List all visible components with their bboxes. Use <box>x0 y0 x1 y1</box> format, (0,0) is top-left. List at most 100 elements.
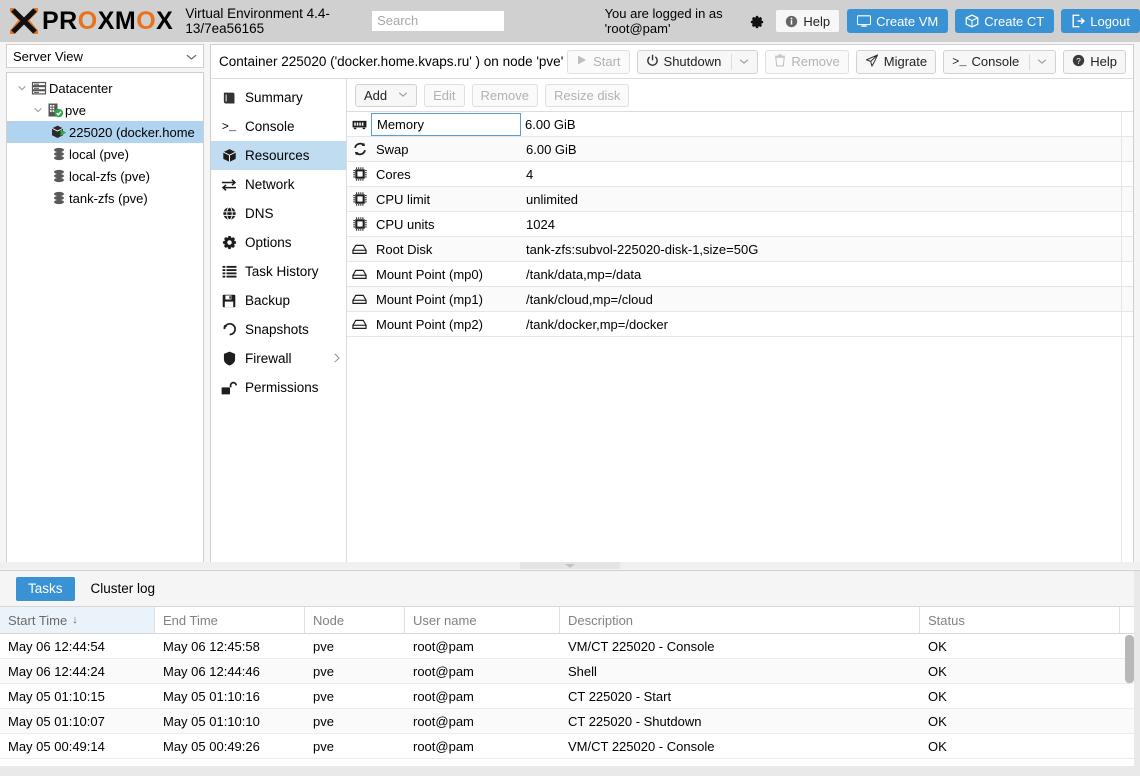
expand-arrow-icon[interactable] <box>15 84 29 92</box>
cell-end-time: May 06 12:45:58 <box>163 638 260 654</box>
help-button[interactable]: Help <box>775 9 841 33</box>
tree-item-local-zfs[interactable]: local-zfs (pve) <box>7 165 203 187</box>
remove-button[interactable]: Remove <box>765 49 849 74</box>
tree-item-container-225020[interactable]: 225020 (docker.home <box>7 121 203 143</box>
tab-tasks[interactable]: Tasks <box>16 576 75 601</box>
nav-item-resources[interactable]: Resources <box>211 141 346 170</box>
resource-key[interactable]: Memory <box>371 112 521 136</box>
table-row[interactable]: Memory 6.00 GiB <box>347 112 1133 137</box>
tasks-vertical-scrollbar[interactable] <box>1125 635 1134 749</box>
table-row[interactable]: Mount Point (mp0) /tank/data,mp=/data <box>347 262 1133 287</box>
disk-icon <box>347 294 372 305</box>
resources-grid[interactable]: Memory 6.00 GiB Swap 6.00 GiB Cores 4 CP… <box>347 112 1133 568</box>
memory-icon <box>347 119 372 130</box>
logout-button[interactable]: Logout <box>1061 9 1140 33</box>
page-title: Container 225020 ('docker.home.kvaps.ru'… <box>219 54 564 69</box>
tab-cluster-log[interactable]: Cluster log <box>79 577 168 601</box>
nav-item-network[interactable]: Network <box>211 170 346 199</box>
content-title-bar: Container 225020 ('docker.home.kvaps.ru'… <box>211 45 1133 79</box>
create-ct-button[interactable]: Create CT <box>955 9 1055 33</box>
table-row[interactable]: May 06 12:44:24 May 06 12:44:46 pve root… <box>0 659 1140 684</box>
expand-arrow-icon[interactable] <box>31 106 45 114</box>
table-row[interactable]: CPU units 1024 <box>347 212 1133 237</box>
scrollbar-thumb[interactable] <box>1125 635 1134 683</box>
table-row[interactable]: May 05 01:10:15 May 05 01:10:16 pve root… <box>0 684 1140 709</box>
resize-disk-button[interactable]: Resize disk <box>544 83 630 107</box>
resources-grid-wrapper: Add Edit Remove Resize disk Memory 6.00 … <box>347 79 1133 568</box>
column-header-label: Node <box>313 612 345 628</box>
summary-icon <box>221 91 237 105</box>
unlock-icon <box>221 381 237 395</box>
column-header-user-name[interactable]: User name <box>405 607 560 633</box>
content-help-button[interactable]: ? Help <box>1063 49 1126 74</box>
table-row[interactable]: Mount Point (mp1) /tank/cloud,mp=/cloud <box>347 287 1133 312</box>
tree-item-local[interactable]: local (pve) <box>7 143 203 165</box>
tree-item-datacenter[interactable]: Datacenter <box>7 77 203 99</box>
nav-item-console[interactable]: >_ Console <box>211 112 346 141</box>
resource-key[interactable]: CPU units <box>372 217 522 232</box>
cell-status: OK <box>928 688 947 704</box>
view-selector-dropdown[interactable]: Server View <box>6 44 204 68</box>
tree-item-tank-zfs[interactable]: tank-zfs (pve) <box>7 187 203 209</box>
edit-button[interactable]: Edit <box>424 83 465 107</box>
chevron-down-icon[interactable] <box>398 90 408 100</box>
resource-key[interactable]: CPU limit <box>372 192 522 207</box>
splitter-handle[interactable] <box>520 562 620 569</box>
table-row[interactable]: Root Disk tank-zfs:subvol-225020-disk-1,… <box>347 237 1133 262</box>
resource-key[interactable]: Cores <box>372 167 522 182</box>
column-header-status[interactable]: Status <box>920 607 1120 633</box>
resource-key[interactable]: Mount Point (mp1) <box>372 292 522 307</box>
tasks-horizontal-scrollbar[interactable] <box>0 766 1140 776</box>
create-vm-button[interactable]: Create VM <box>847 9 949 33</box>
resource-tree[interactable]: Datacenter pve 225020 (docker.home local… <box>6 72 204 567</box>
tree-item-pve[interactable]: pve <box>7 99 203 121</box>
content-help-label: Help <box>1090 54 1117 69</box>
resource-key[interactable]: Root Disk <box>372 242 522 257</box>
table-row[interactable]: Cores 4 <box>347 162 1133 187</box>
nav-item-firewall[interactable]: Firewall <box>211 344 346 373</box>
chevron-right-icon[interactable] <box>333 352 340 365</box>
add-button[interactable]: Add <box>355 83 418 107</box>
cell-user: root@pam <box>413 738 474 754</box>
panel-splitter[interactable] <box>0 562 1140 569</box>
start-button[interactable]: Start <box>567 49 630 74</box>
grid-remove-button[interactable]: Remove <box>471 83 538 107</box>
nav-item-task-history[interactable]: Task History <box>211 257 346 286</box>
chevron-down-icon[interactable] <box>1037 57 1047 67</box>
nav-item-dns[interactable]: DNS <box>211 199 346 228</box>
nav-item-summary[interactable]: Summary <box>211 83 346 112</box>
nav-item-permissions[interactable]: Permissions <box>211 373 346 402</box>
column-header-description[interactable]: Description <box>560 607 920 633</box>
chevron-down-icon[interactable] <box>739 57 749 67</box>
gear-icon[interactable] <box>750 15 764 28</box>
remove-label: Remove <box>791 54 840 69</box>
column-header-start-time[interactable]: Start Time ↓ <box>0 607 155 633</box>
nav-item-options[interactable]: Options <box>211 228 346 257</box>
cpu-icon <box>347 167 372 181</box>
nav-item-label: Firewall <box>245 351 292 366</box>
migrate-button[interactable]: Migrate <box>855 49 937 74</box>
table-row[interactable]: May 06 12:44:54 May 06 12:45:58 pve root… <box>0 634 1140 659</box>
cell-start-time: May 05 01:10:15 <box>8 688 105 704</box>
column-header-label: User name <box>413 612 477 628</box>
search-input[interactable]: Search <box>371 10 505 32</box>
nav-item-snapshots[interactable]: Snapshots <box>211 315 346 344</box>
nav-item-backup[interactable]: Backup <box>211 286 346 315</box>
table-row[interactable]: May 05 01:10:07 May 05 01:10:10 pve root… <box>0 709 1140 734</box>
table-row[interactable]: May 05 00:49:14 May 05 00:49:26 pve root… <box>0 734 1140 759</box>
resource-value: 6.00 GiB <box>525 116 576 132</box>
resource-key[interactable]: Mount Point (mp2) <box>372 317 522 332</box>
column-header-end-time[interactable]: End Time <box>155 607 305 633</box>
console-button[interactable]: >_ Console <box>943 49 1057 74</box>
resource-key[interactable]: Swap <box>372 142 522 157</box>
resource-key[interactable]: Mount Point (mp0) <box>372 267 522 282</box>
table-row[interactable]: CPU limit unlimited <box>347 187 1133 212</box>
column-header-label: Start Time <box>8 612 68 628</box>
resource-value: /tank/cloud,mp=/cloud <box>526 291 653 307</box>
shutdown-button[interactable]: Shutdown <box>636 49 759 74</box>
button-divider <box>731 53 733 70</box>
table-row[interactable]: Mount Point (mp2) /tank/docker,mp=/docke… <box>347 312 1133 337</box>
table-row[interactable]: Swap 6.00 GiB <box>347 137 1133 162</box>
column-header-node[interactable]: Node <box>305 607 405 633</box>
tasks-table: Start Time ↓ End Time Node User name Des… <box>0 607 1140 776</box>
